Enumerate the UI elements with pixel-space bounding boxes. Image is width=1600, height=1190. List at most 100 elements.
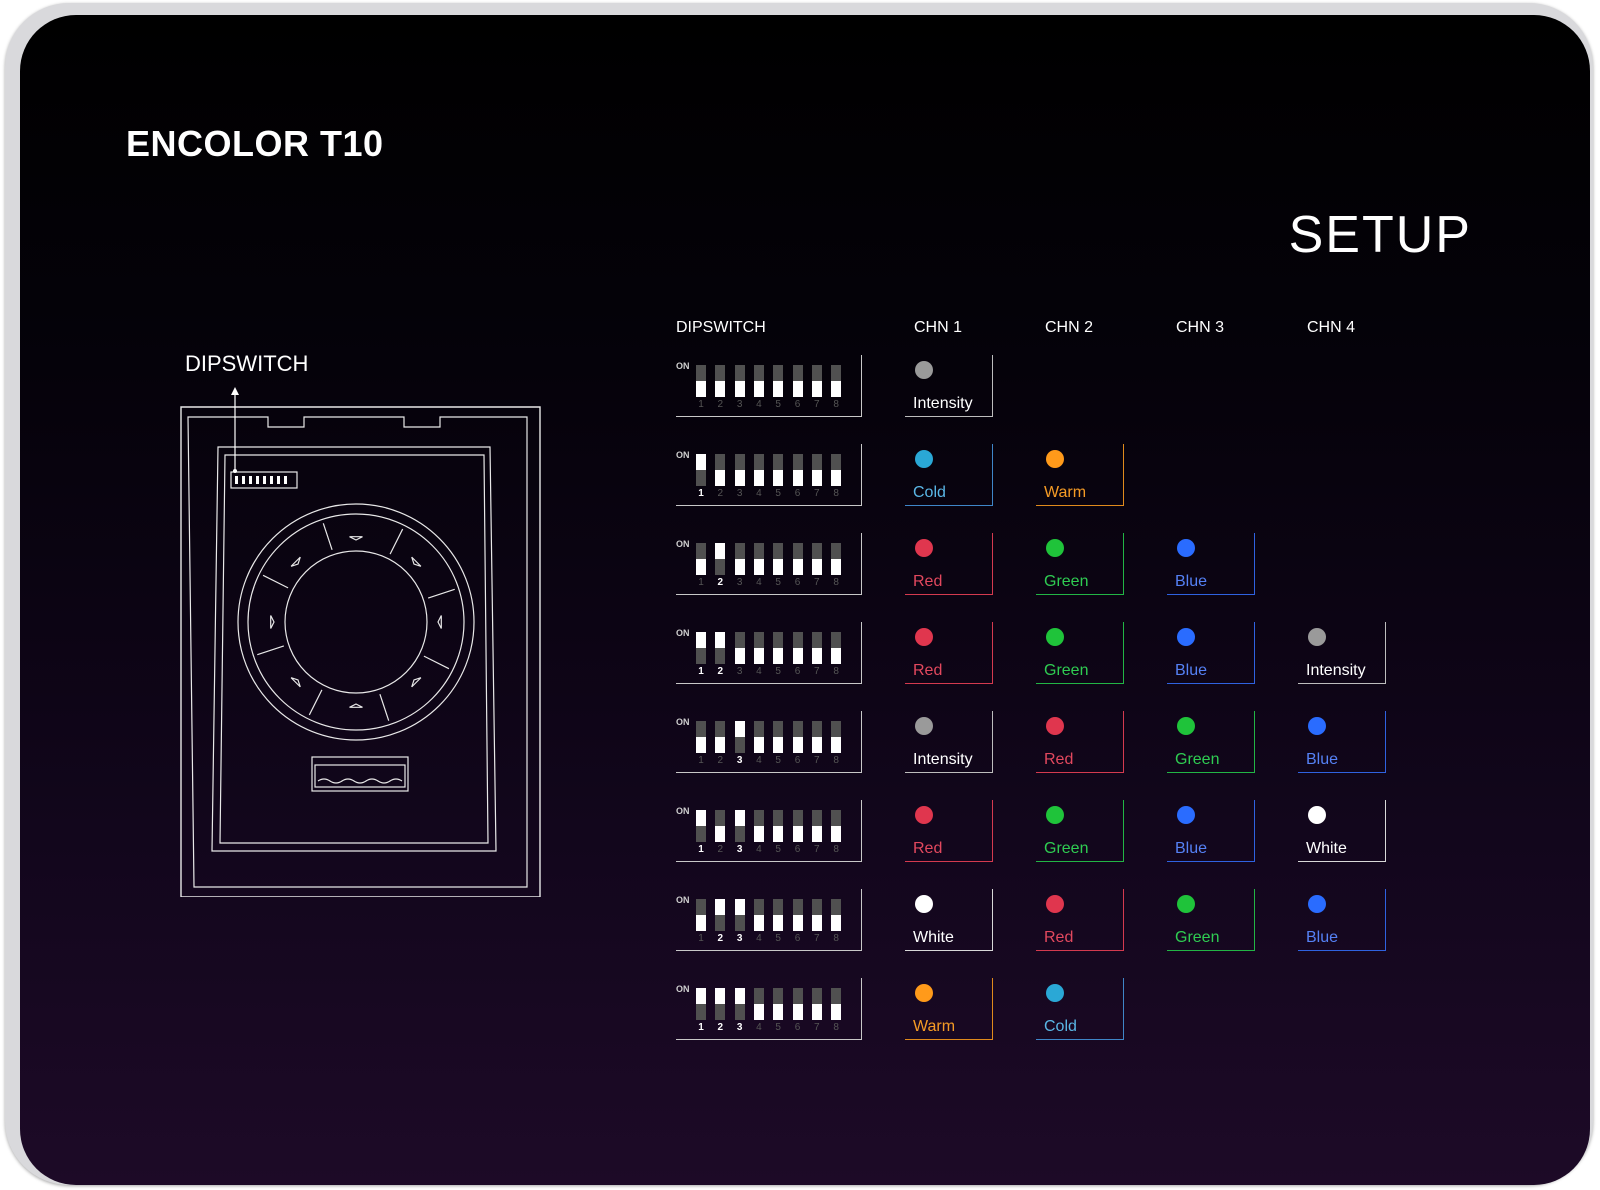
dip-switch-number: 6	[794, 1022, 801, 1033]
channel-label: Green	[1044, 840, 1089, 857]
dip-switch-number: 7	[814, 399, 820, 410]
dip-switch-number: 8	[833, 755, 839, 766]
dip-switch-number: 7	[814, 577, 820, 588]
dip-switch-number: 1	[698, 933, 704, 944]
dip-switch-knob	[753, 470, 764, 486]
dip-switch-3	[734, 810, 745, 842]
dip-switch-knob	[831, 1004, 842, 1020]
dip-switch-3	[734, 632, 745, 664]
dip-switch-number: 3	[736, 399, 743, 410]
dip-switch-knob	[715, 381, 726, 397]
dip-switch-number: 3	[736, 577, 743, 588]
dip-switch-number: 3	[736, 933, 743, 944]
dip-switch-knob	[753, 915, 764, 931]
dip-switch-knob	[753, 826, 764, 842]
dip-switch-number: 7	[814, 1022, 820, 1033]
dip-switch-knob	[831, 559, 842, 575]
channel-color-dot-icon	[915, 895, 933, 913]
dip-switch-knob	[831, 648, 842, 664]
channel-color-dot-icon	[1308, 806, 1326, 824]
channel-cell: Green	[1167, 711, 1255, 773]
channel-color-dot-icon	[915, 539, 933, 557]
dip-switch-knob	[696, 988, 706, 1004]
dip-switch-number: 5	[775, 488, 781, 499]
channel-cell: Cold	[1036, 978, 1124, 1040]
dip-switch-knob	[715, 470, 726, 486]
dip-switch-knob	[792, 826, 803, 842]
dip-on-label: ON	[676, 806, 690, 816]
device-frame: ENCOLOR T10 SETUP DIPSWITCH DIPSWITCH CH…	[5, 3, 1593, 1185]
dip-switch-7	[811, 632, 822, 664]
channel-color-dot-icon	[1046, 539, 1064, 557]
channel-label: Blue	[1175, 662, 1208, 679]
dip-switch-knob	[831, 826, 842, 842]
dip-switch-knob	[715, 543, 726, 559]
channel-color-dot-icon	[915, 806, 933, 824]
dip-switch-number: 5	[775, 933, 781, 944]
channel-cell: Green	[1036, 533, 1124, 595]
dip-switch-number: 3	[736, 1022, 743, 1033]
dip-switch-knob	[811, 648, 822, 664]
dip-switch-8	[831, 988, 842, 1020]
dip-on-label: ON	[676, 895, 690, 905]
dip-switch-knob	[792, 559, 803, 575]
dip-on-label: ON	[676, 539, 690, 549]
dip-switch-3	[734, 899, 745, 931]
dip-switch-4	[753, 810, 764, 842]
dip-switch-number: 6	[794, 577, 801, 588]
dip-switch-knob	[753, 381, 764, 397]
dip-switch-2	[715, 632, 726, 664]
dip-switch-6	[792, 721, 803, 753]
dip-switch-knob	[734, 470, 745, 486]
channel-cell: Green	[1167, 889, 1255, 951]
dip-switch-knob	[811, 470, 822, 486]
dip-switch-2	[715, 988, 726, 1020]
channel-color-dot-icon	[915, 984, 933, 1002]
dip-switch-knob	[773, 1004, 784, 1020]
dip-switch-4	[753, 454, 764, 486]
dip-switch-knob	[792, 648, 803, 664]
channel-color-dot-icon	[915, 628, 933, 646]
channel-label: Cold	[913, 484, 946, 501]
dip-switch-number: 1	[698, 488, 704, 499]
dip-switch-knob	[734, 899, 745, 915]
dip-switch-number: 1	[698, 666, 704, 677]
dipswitch-setting: ON 1 2 3 4 5 6 7 8	[676, 889, 862, 951]
dip-switch-number: 2	[717, 1022, 724, 1033]
dip-switch-number: 6	[794, 666, 801, 677]
channel-cell: Warm	[1036, 444, 1124, 506]
channel-cell: Blue	[1167, 800, 1255, 862]
dip-switch-knob	[696, 915, 706, 931]
channel-label: Green	[1044, 662, 1089, 679]
dip-switch-number: 8	[833, 577, 839, 588]
dip-switch-1	[696, 899, 706, 931]
dip-switch-3	[734, 721, 745, 753]
dip-switch-number: 4	[756, 844, 762, 855]
dip-switch-7	[811, 543, 822, 575]
dip-switch-number: 2	[717, 399, 724, 410]
dip-switch-number: 5	[775, 666, 781, 677]
channel-label: Green	[1175, 751, 1220, 768]
channel-label: Green	[1044, 573, 1089, 590]
dip-switch-knob	[773, 826, 784, 842]
dip-switch-knob	[696, 381, 706, 397]
dip-switch-knob	[773, 737, 784, 753]
dip-switch-knob	[831, 381, 842, 397]
dip-switch-number: 7	[814, 488, 820, 499]
channel-cell: White	[1298, 800, 1386, 862]
channel-cell: Red	[905, 800, 993, 862]
channel-color-dot-icon	[1177, 628, 1195, 646]
dip-switch-6	[792, 365, 803, 397]
dip-switch-number: 2	[717, 488, 724, 499]
dip-switch-knob	[753, 559, 764, 575]
dip-switch-knob	[696, 632, 706, 648]
dip-switch-2	[715, 454, 726, 486]
dipswitch-callout-label: DIPSWITCH	[185, 351, 309, 376]
channel-cell: Warm	[905, 978, 993, 1040]
dip-switch-knob	[811, 1004, 822, 1020]
channel-label: Blue	[1306, 751, 1339, 768]
dip-switch-number: 1	[698, 577, 704, 588]
dip-switch-7	[811, 721, 822, 753]
device-title: ENCOLOR T10	[126, 123, 384, 164]
dip-switch-knob	[753, 737, 764, 753]
